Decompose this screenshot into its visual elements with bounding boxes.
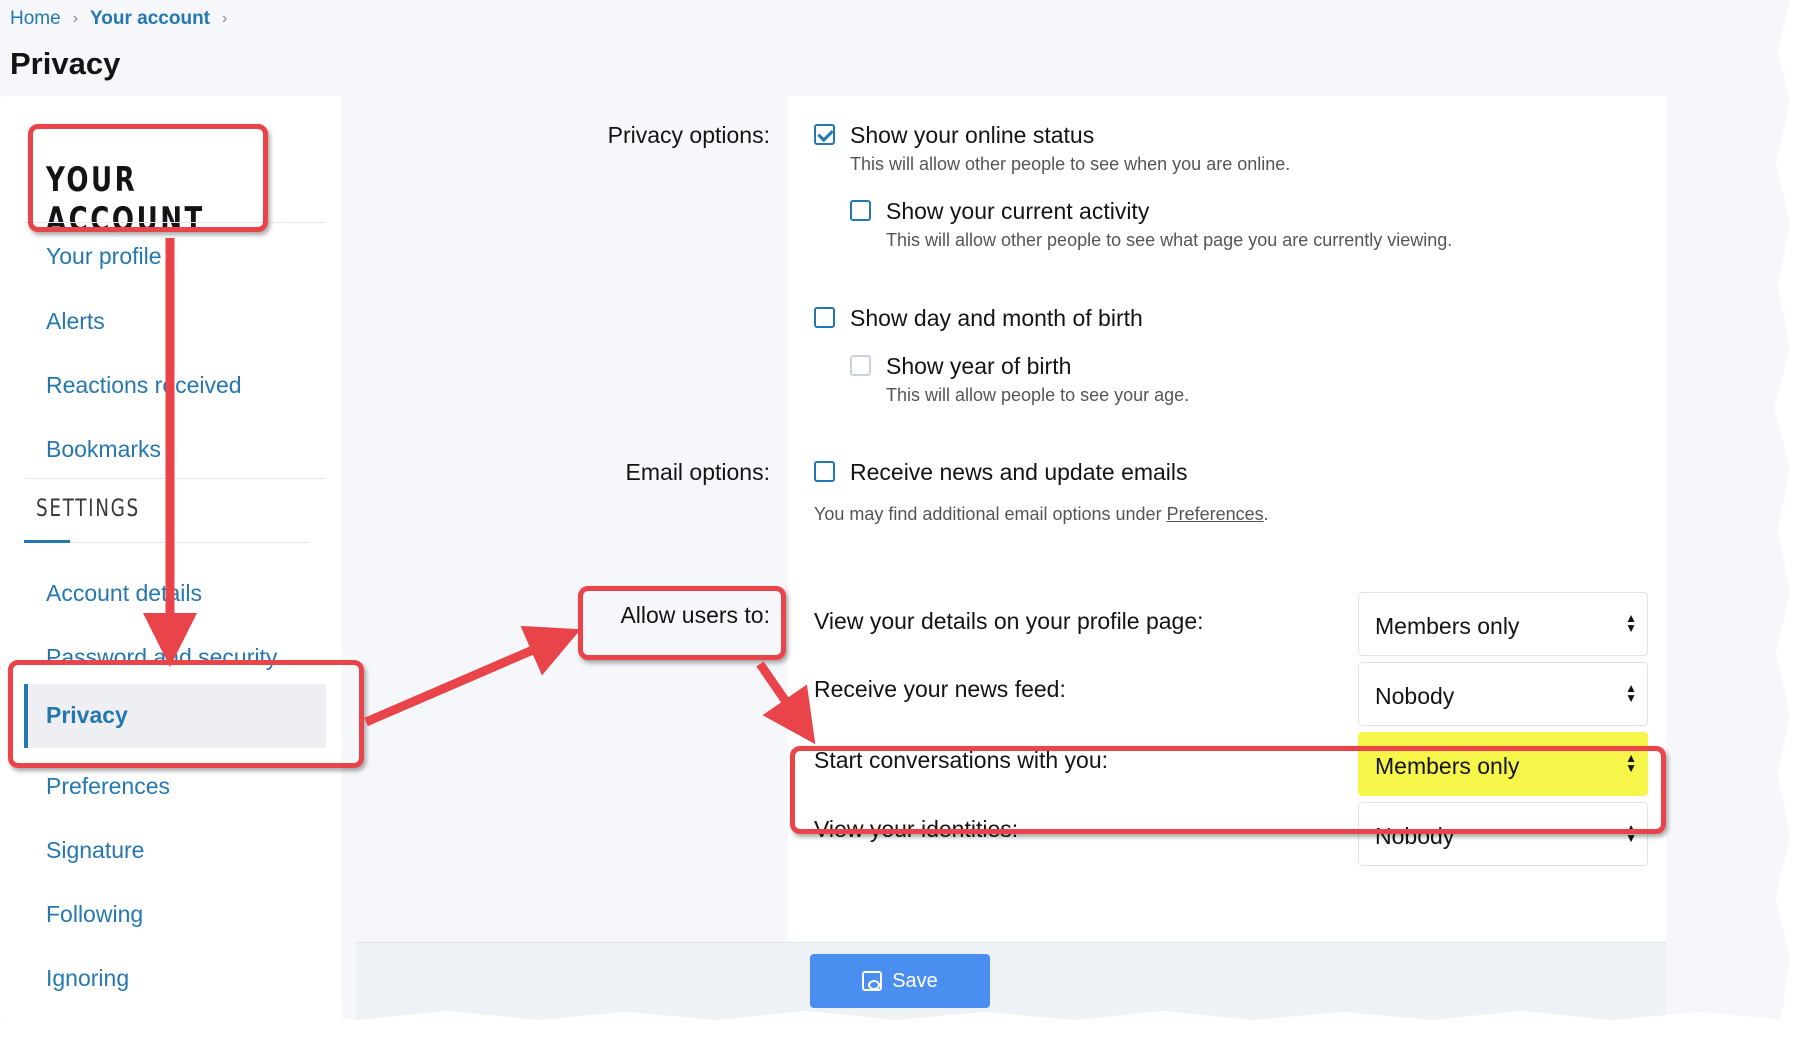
email-options-hint: You may find additional email options un… [814,504,1269,525]
sidebar-divider [24,478,326,479]
year-of-birth-checkbox[interactable] [850,355,871,376]
allow-row-label: Receive your news feed: [814,676,1066,702]
sidebar-item-alerts[interactable]: Alerts [46,308,105,335]
breadcrumb-home[interactable]: Home [10,8,61,30]
sidebar-item-bookmarks[interactable]: Bookmarks [46,436,161,463]
sidebar-item-following[interactable]: Following [46,901,143,928]
online-status-hint: This will allow other people to see when… [850,154,1291,174]
year-of-birth-hint: This will allow people to see your age. [886,385,1190,405]
page-title: Privacy [10,46,121,81]
sidebar-item-reactions-received[interactable]: Reactions received [46,372,242,399]
select-arrows-icon: ▲ ▼ [1625,681,1637,705]
news-emails-label[interactable]: Receive news and update emails [850,459,1188,486]
privacy-options-label: Privacy options: [607,122,770,148]
current-activity-label[interactable]: Show your current activity [886,198,1149,225]
annotation-box-privacy [8,660,364,768]
chevron-right-icon: › [222,10,228,27]
breadcrumb: Home › Your account › [10,8,227,30]
chevron-right-icon: › [72,10,79,27]
email-hint-text: You may find additional email options un… [814,504,1167,524]
news-feed-select[interactable]: Nobody ▲ ▼ [1358,662,1648,726]
news-emails-checkbox[interactable] [814,461,835,482]
preferences-link[interactable]: Preferences [1167,504,1264,524]
sidebar-item-preferences[interactable]: Preferences [46,773,170,800]
annotation-box-allow-users [578,586,786,660]
annotation-box-your-account [28,124,268,232]
form-footer [356,942,1666,1020]
sidebar-item-account-details[interactable]: Account details [46,580,202,607]
form-label-column [356,96,788,942]
save-icon [862,971,883,991]
settings-underline [24,540,70,543]
save-button[interactable]: Save [810,954,990,1008]
select-value: Nobody [1375,683,1455,709]
sidebar-item-ignoring[interactable]: Ignoring [46,965,129,992]
page-background: Home › Your account › Privacy YOUR ACCOU… [0,0,1790,1020]
current-activity-hint: This will allow other people to see what… [886,230,1453,250]
online-status-checkbox[interactable] [814,124,835,145]
email-hint-suffix: . [1263,504,1269,524]
year-of-birth-label[interactable]: Show year of birth [886,353,1071,380]
sidebar-item-your-profile[interactable]: Your profile [46,243,162,270]
dob-label[interactable]: Show day and month of birth [850,305,1143,332]
breadcrumb-your-account[interactable]: Your account [90,8,210,30]
save-button-label: Save [892,969,938,992]
select-value: Members only [1375,613,1520,639]
annotation-box-start-conversations [790,746,1666,834]
privacy-form: Privacy options: Show your online status… [356,96,1666,1020]
online-status-label[interactable]: Show your online status [850,122,1094,149]
view-details-select[interactable]: Members only ▲ ▼ [1358,592,1648,656]
allow-row-label: View your details on your profile page: [814,608,1204,634]
sidebar: YOUR ACCOUNT Your profile Alerts Reactio… [0,96,342,1020]
email-options-label: Email options: [625,459,770,485]
current-activity-checkbox[interactable] [850,200,871,221]
sidebar-item-signature[interactable]: Signature [46,837,144,864]
select-arrows-icon: ▲ ▼ [1625,611,1637,635]
sidebar-heading-settings: SETTINGS [36,494,140,522]
dob-checkbox[interactable] [814,307,835,328]
sidebar-divider [70,542,310,543]
